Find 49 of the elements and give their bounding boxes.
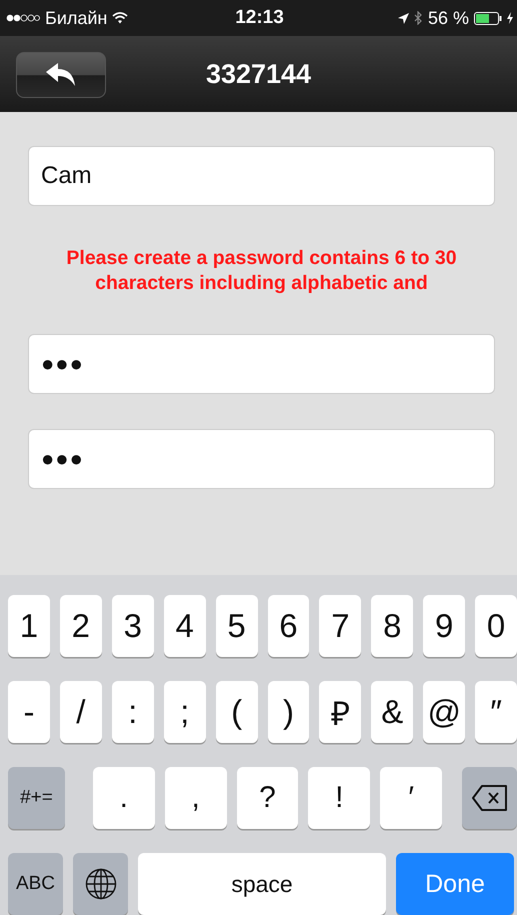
keyboard-key[interactable]: 8 [371,595,414,657]
mode-key[interactable]: #+= [8,767,65,829]
keyboard-key[interactable]: . [92,767,155,829]
keyboard-key[interactable]: 4 [164,595,206,657]
carrier-name: Билайн [45,8,108,28]
keyboard-key[interactable]: ? [236,767,298,829]
delete-key[interactable] [462,767,517,829]
keyboard-key[interactable]: : [112,681,154,743]
done-key[interactable]: Done [396,853,514,915]
backspace-icon [470,784,509,812]
location-icon [398,12,409,24]
keyboard-key[interactable]: ( [216,681,258,743]
keyboard-key[interactable]: @ [423,681,466,743]
keyboard-key[interactable]: ₽ [319,681,362,743]
globe-icon [84,868,116,900]
name-input-field[interactable]: Cam [28,146,495,206]
globe-key[interactable] [73,853,128,915]
password-hint: Please create a password contains 6 to 30 characters including alphabetic and [65,246,458,296]
keyboard-key[interactable]: 5 [216,595,258,657]
keyboard-key[interactable]: - [8,681,50,743]
password-field[interactable]: ●●● [28,429,495,489]
signal-icon [6,14,40,22]
keyboard-key[interactable]: ! [308,767,370,829]
status-time: 12:13 [235,7,284,29]
keyboard-key[interactable]: 9 [423,595,466,657]
keyboard-key[interactable]: ; [164,681,206,743]
keyboard-key[interactable]: 2 [60,595,102,657]
keyboard-key[interactable]: 1 [8,595,50,657]
keyboard-key[interactable]: 3 [112,595,154,657]
keyboard-key[interactable]: ′ [380,767,442,829]
keyboard-key[interactable]: & [371,681,414,743]
password-field[interactable]: ●●● [28,334,495,394]
keyboard-key[interactable]: 7 [319,595,362,657]
space-key[interactable]: space [138,853,386,915]
wifi-icon [112,12,128,24]
keyboard-key[interactable]: ) [268,681,310,743]
battery-percent: 56 % [428,8,469,28]
nav-title: 3327144 [206,58,312,90]
keyboard-key[interactable]: ″ [475,681,517,743]
battery-icon [474,12,502,24]
keyboard-key[interactable]: 6 [268,595,310,657]
keyboard-key[interactable]: / [60,681,102,743]
reply-arrow-icon [46,63,76,87]
back-button[interactable] [16,52,106,98]
keyboard-key[interactable]: , [164,767,227,829]
keyboard-key[interactable]: 0 [475,595,517,657]
mode-key[interactable]: ABC [8,853,63,915]
bluetooth-icon [414,11,423,25]
charging-icon [506,12,513,24]
